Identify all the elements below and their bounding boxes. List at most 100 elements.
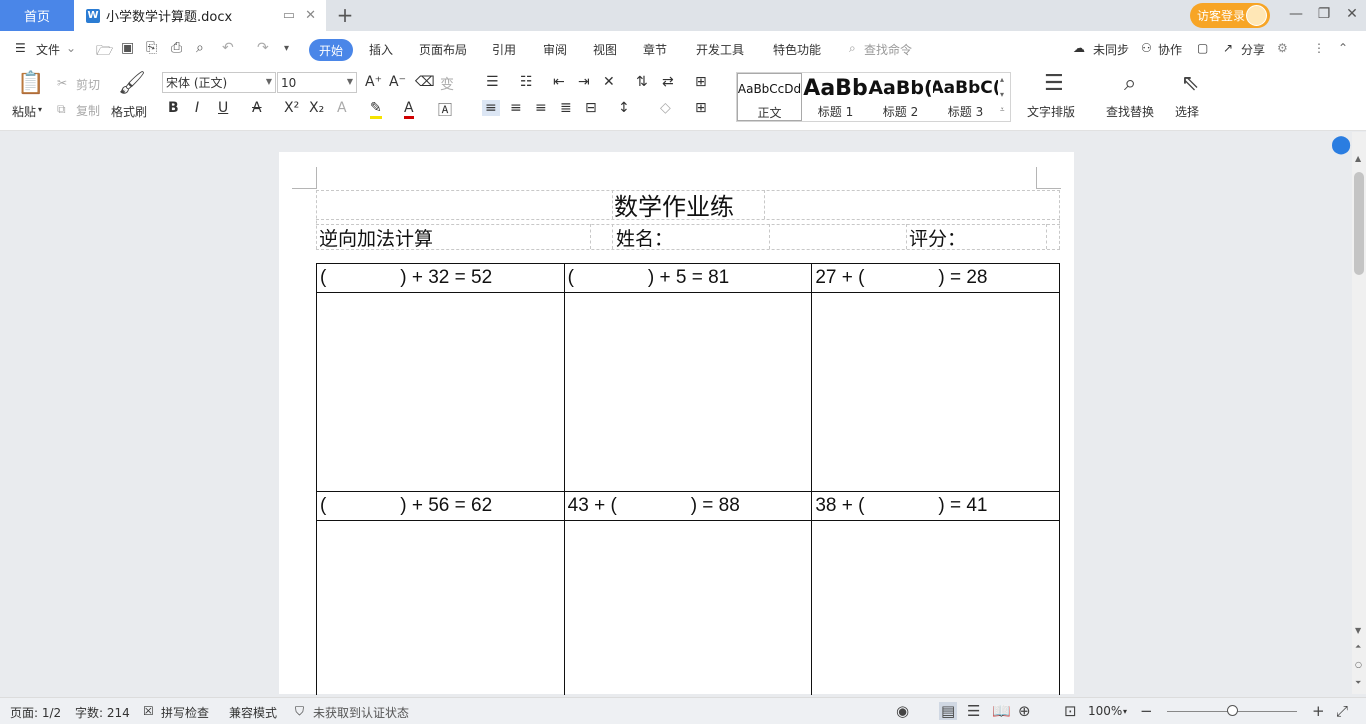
bold-icon[interactable]: B [168,100,179,116]
numbered-list-icon[interactable]: ☷ [520,74,533,90]
worksheet-title[interactable]: 数学作业练 [614,187,734,222]
problem-cell[interactable]: 27 + ( ) = 28 [812,264,1061,293]
style-normal[interactable]: AaBbCcDd 正文 [737,73,802,121]
tab-developer[interactable]: 开发工具 [696,41,744,58]
subscript-icon[interactable]: X₂ [309,100,324,116]
align-left-icon[interactable]: ≡ [482,100,500,116]
minimize-icon[interactable]: — [1286,6,1306,22]
tab-start[interactable]: 开始 [309,39,353,61]
web-view-icon[interactable]: ⊕ [1018,702,1031,720]
style-heading-3[interactable]: AaBbC( 标题 3 [933,73,998,121]
cut-button[interactable]: 剪切 [76,76,100,93]
line-spacing-icon[interactable]: ↕ [618,100,630,116]
align-right-icon[interactable]: ≡ [535,100,547,116]
share-button[interactable]: 分享 [1241,41,1265,58]
problem-cell[interactable]: ( ) + 32 = 52 [317,264,565,293]
chinese-layout-icon[interactable]: ✕ [603,74,615,90]
zoom-slider-handle[interactable] [1227,705,1238,716]
align-center-icon[interactable]: ≡ [510,100,522,116]
tab-float-icon[interactable]: ▭ [283,8,295,23]
restore-icon[interactable]: ❐ [1314,6,1334,22]
page-view-icon[interactable]: ▤ [939,702,958,720]
save-icon[interactable]: ▣ [121,40,134,56]
text-layout-icon[interactable]: ☰ [1044,71,1064,96]
collapse-ribbon-icon[interactable]: ⌃ [1338,41,1348,55]
strikethrough-icon[interactable]: A [252,100,262,116]
find-replace-icon[interactable]: ⌕ [1124,71,1136,96]
underline-icon[interactable]: U [218,100,228,116]
find-replace-button[interactable]: 查找替换 [1106,103,1154,120]
menu-file[interactable]: 文件 [36,41,60,58]
format-painter-button[interactable]: 格式刷 [111,103,147,120]
worksheet-subject[interactable]: 逆向加法计算 [319,224,433,251]
zoom-in-icon[interactable]: + [1312,702,1325,720]
bullet-list-icon[interactable]: ☰ [486,74,499,90]
fullscreen-icon[interactable]: ⤢ [1336,702,1348,720]
close-window-icon[interactable]: ✕ [1342,6,1362,22]
doc-info-icon[interactable]: ▢ [1197,41,1208,55]
tab-close-icon[interactable]: ✕ [305,8,316,23]
borders-icon[interactable]: ⊞ [695,100,707,116]
select-button[interactable]: 选择 [1175,103,1199,120]
copy-button[interactable]: 复制 [76,102,100,119]
show-marks-icon[interactable]: ⊞ [695,74,707,90]
search-icon[interactable]: ⌕ [849,41,856,56]
open-folder-icon[interactable]: 🗁 [96,40,113,64]
sort-icon[interactable]: ⇅ [636,74,648,90]
fit-page-icon[interactable]: ⊡ [1064,702,1077,720]
location-pin-icon[interactable]: ⬤ [1331,134,1351,155]
spell-check-button[interactable]: 拼写检查 [161,704,209,721]
italic-icon[interactable]: I [195,100,199,116]
more-icon[interactable]: ⋮ [1313,41,1325,55]
zoom-dropdown-icon[interactable]: ▾ [1123,707,1127,716]
problem-cell[interactable]: 38 + ( ) = 41 [812,492,1061,521]
outline-view-icon[interactable]: ☰ [967,702,980,720]
zoom-level[interactable]: 100% [1088,704,1122,718]
phonetic-guide-icon[interactable]: 变 [440,74,454,94]
tab-chapter[interactable]: 章节 [643,41,667,58]
work-space-cell[interactable] [317,293,565,492]
document-tab[interactable]: W 小学数学计算题.docx ▭ ✕ [74,0,326,31]
format-painter-icon[interactable]: 🖌 [118,71,146,96]
print-preview-icon[interactable]: ⌕ [196,40,204,56]
paste-icon[interactable]: 📋 [17,71,44,96]
prev-page-icon[interactable]: ⏶ [1355,642,1361,652]
tab-view[interactable]: 视图 [593,41,617,58]
select-cursor-icon[interactable]: ⇖ [1181,71,1199,96]
font-size-select[interactable]: 10 ▼ [277,72,357,93]
visitor-login-button[interactable]: 访客登录 [1190,3,1270,28]
text-layout-button[interactable]: 文字排版 [1027,103,1075,120]
settings-icon[interactable]: ⚙ [1277,41,1288,55]
zoom-out-icon[interactable]: − [1140,702,1153,720]
highlight-icon[interactable]: ✎ [370,100,382,119]
text-effect-icon[interactable]: A [337,100,347,116]
paste-dropdown-icon[interactable]: ▾ [38,105,42,114]
superscript-icon[interactable]: X² [284,100,299,116]
paste-button[interactable]: 粘贴 [12,103,36,120]
tab-special-features[interactable]: 特色功能 [773,41,821,58]
problem-cell[interactable]: ( ) + 56 = 62 [317,492,565,521]
work-space-cell[interactable] [812,521,1060,695]
tab-page-layout[interactable]: 页面布局 [419,41,467,58]
chevron-down-icon[interactable]: ⌄ [66,41,76,55]
vertical-scrollbar[interactable]: ▲ ▼ ⏶ ○ ⏷ [1352,132,1366,694]
auth-status[interactable]: 未获取到认证状态 [313,704,409,721]
tab-references[interactable]: 引用 [492,41,516,58]
quick-access-more-icon[interactable]: ▾ [284,43,289,54]
undo-icon[interactable]: ↶ [222,40,234,56]
style-heading-2[interactable]: AaBb( 标题 2 [868,73,933,121]
grow-font-icon[interactable]: A⁺ [365,74,382,90]
work-space-cell[interactable] [564,293,813,492]
clear-format-icon[interactable]: ⌫ [415,74,435,90]
redo-icon[interactable]: ↷ [257,40,269,56]
font-name-select[interactable]: 宋体 (正文) ▼ [162,72,276,93]
tab-review[interactable]: 审阅 [543,41,567,58]
reading-view-icon[interactable]: 📖 [992,702,1011,720]
hamburger-icon[interactable]: ☰ [15,41,26,55]
home-tab[interactable]: 首页 [0,0,74,31]
shrink-font-icon[interactable]: A⁻ [389,74,406,90]
problem-cell[interactable]: ( ) + 5 = 81 [564,264,813,293]
work-space-cell[interactable] [812,293,1061,492]
eye-protection-icon[interactable]: ◉ [896,702,909,720]
work-space-cell[interactable] [565,521,813,695]
